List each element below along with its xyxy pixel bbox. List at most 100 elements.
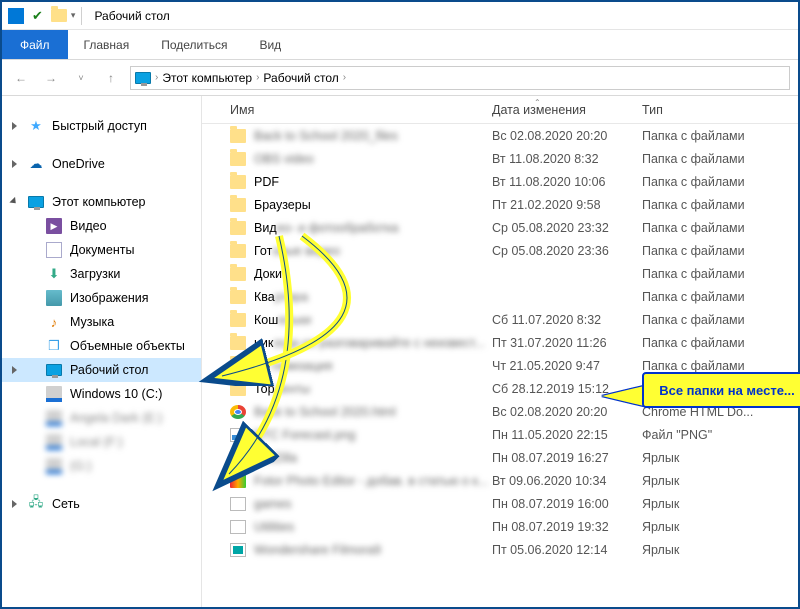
qat-dropdown-icon[interactable]: ▾ — [71, 10, 76, 21]
ribbon-tab-view[interactable]: Вид — [243, 30, 297, 59]
sidebar-item-blurred[interactable]: Local (F:) — [2, 430, 201, 454]
sidebar-onedrive[interactable]: ☁ OneDrive — [2, 152, 201, 176]
drive-icon — [46, 410, 62, 426]
sidebar-item-doc[interactable]: Документы — [2, 238, 201, 262]
folder-icon — [230, 175, 246, 189]
file-type: Файл "PNG" — [642, 428, 798, 442]
file-date: Пн 08.07.2019 19:32 — [492, 520, 642, 534]
file-type: Ярлык — [642, 474, 798, 488]
chevron-right-icon[interactable]: › — [155, 72, 158, 83]
file-date: Пт 05.06.2020 12:14 — [492, 543, 642, 557]
file-name: никогда не разговаривайте с неизвест... — [254, 336, 485, 350]
folder-icon — [230, 198, 246, 212]
file-date: Вс 02.08.2020 20:20 — [492, 129, 642, 143]
multi-icon — [230, 474, 246, 488]
nav-recent-dropdown[interactable]: ˅ — [70, 67, 92, 89]
sidebar-item-monitor[interactable]: Рабочий стол — [2, 358, 201, 382]
file-name: Utilities — [254, 520, 294, 534]
file-name: Доки — [254, 267, 282, 281]
column-header-date[interactable]: Дата изменения — [492, 103, 642, 117]
file-row[interactable]: БраузерыПт 21.02.2020 9:58Папка с файлам… — [202, 193, 798, 216]
file-row[interactable]: UtilitiesПн 08.07.2019 19:32Ярлык — [202, 515, 798, 538]
address-row: ← → ˅ ↑ › Этот компьютер › Рабочий стол … — [2, 60, 798, 96]
sidebar-item-img[interactable]: Изображения — [2, 286, 201, 310]
sidebar-item-disk[interactable]: Windows 10 (C:) — [2, 382, 201, 406]
folder-icon — [230, 152, 246, 166]
file-row[interactable]: Готовые видеоСр 05.08.2020 23:36Папка с … — [202, 239, 798, 262]
file-row[interactable]: OBS videoВт 11.08.2020 8:32Папка с файла… — [202, 147, 798, 170]
sidebar-item-video[interactable]: ▶Видео — [2, 214, 201, 238]
file-date: Чт 21.05.2020 9:47 — [492, 359, 642, 373]
file-row[interactable]: BTC Forecast.png Пн 11.05.2020 22:15Файл … — [202, 423, 798, 446]
file-name: Готовые видео — [254, 244, 340, 258]
sidebar-item-label: Документы — [70, 243, 134, 257]
file-date: Пт 21.02.2020 9:58 — [492, 198, 642, 212]
file-name: BTC Forecast.png — [254, 428, 355, 442]
sidebar-item-music[interactable]: ♪Музыка — [2, 310, 201, 334]
sidebar-item-label: (G:) — [70, 459, 92, 473]
file-date: Пн 11.05.2020 22:15 — [492, 428, 642, 442]
cube-icon: ❒ — [46, 338, 62, 354]
file-name: Торренты — [254, 382, 310, 396]
teal-icon — [230, 543, 246, 557]
nav-forward-button[interactable]: → — [40, 67, 62, 89]
callout-tail — [602, 386, 644, 406]
file-row[interactable]: КошелькиСб 11.07.2020 8:32Папка с файлам… — [202, 308, 798, 331]
nav-back-button[interactable]: ← — [10, 67, 32, 89]
this-pc-icon — [135, 72, 151, 84]
file-name: FileZilla — [254, 451, 297, 465]
file-row[interactable]: КвартираПапка с файлами — [202, 285, 798, 308]
sidebar-item-cube[interactable]: ❒ Объемные объекты — [2, 334, 201, 358]
file-row[interactable]: gamesПн 08.07.2019 16:00Ярлык — [202, 492, 798, 515]
sidebar-item-blurred[interactable]: Angela Dark (E:) — [2, 406, 201, 430]
chevron-right-icon[interactable]: › — [256, 72, 259, 83]
address-bar[interactable]: › Этот компьютер › Рабочий стол › — [130, 66, 790, 90]
file-row[interactable]: PDFВт 11.08.2020 10:06Папка с файлами — [202, 170, 798, 193]
breadcrumb-this-pc[interactable]: Этот компьютер — [162, 71, 252, 85]
sidebar-network[interactable]: 🖧 Сеть — [2, 492, 201, 516]
chevron-right-icon[interactable]: › — [343, 72, 346, 83]
file-type: Ярлык — [642, 451, 798, 465]
monitor-icon — [28, 196, 44, 208]
folder-icon — [230, 313, 246, 327]
file-row[interactable]: FzFileZillaПн 08.07.2019 16:27Ярлык — [202, 446, 798, 469]
file-date: Вт 09.06.2020 10:34 — [492, 474, 642, 488]
column-header-type[interactable]: Тип — [642, 103, 798, 117]
file-date: Сб 11.07.2020 8:32 — [492, 313, 642, 327]
nav-up-button[interactable]: ↑ — [100, 67, 122, 89]
ribbon-tab-home[interactable]: Главная — [68, 30, 146, 59]
ribbon-file-tab[interactable]: Файл — [2, 30, 68, 59]
file-row[interactable]: Wondershare Filmora9Пт 05.06.2020 12:14Я… — [202, 538, 798, 561]
title-bar: ✔ ▾ Рабочий стол — [2, 2, 798, 30]
file-name: Видео- и фотообработка — [254, 221, 398, 235]
sidebar-quick-access[interactable]: ★ Быстрый доступ — [2, 114, 201, 138]
folder-icon — [230, 129, 246, 143]
file-name: Wondershare Filmora9 — [254, 543, 381, 557]
qat-check-icon[interactable]: ✔ — [32, 8, 43, 24]
file-name: Кошельки — [254, 313, 311, 327]
column-header-name[interactable]: Имя — [202, 103, 492, 117]
file-row[interactable]: Back to School 2020_filesВс 02.08.2020 2… — [202, 124, 798, 147]
file-name: Квартира — [254, 290, 308, 304]
file-row[interactable]: никогда не разговаривайте с неизвест...П… — [202, 331, 798, 354]
breadcrumb-desktop[interactable]: Рабочий стол — [263, 71, 338, 85]
gen-icon — [230, 520, 246, 534]
sidebar-item-label: Windows 10 (C:) — [70, 387, 162, 401]
file-row[interactable]: Fotor Photo Editor - добав. в статью о к… — [202, 469, 798, 492]
sidebar-this-pc[interactable]: Этот компьютер — [2, 190, 201, 214]
sidebar-item-label: Angela Dark (E:) — [70, 411, 162, 425]
drive-icon — [46, 434, 62, 450]
folder-icon — [230, 290, 246, 304]
file-name: Браузеры — [254, 198, 311, 212]
ribbon-tab-share[interactable]: Поделиться — [145, 30, 243, 59]
file-row[interactable]: ДокиПапка с файлами — [202, 262, 798, 285]
file-date: Ср 05.08.2020 23:32 — [492, 221, 642, 235]
cloud-icon: ☁ — [28, 156, 44, 172]
gen-icon — [230, 497, 246, 511]
file-row[interactable]: Видео- и фотообработка Ср 05.08.2020 23:3… — [202, 216, 798, 239]
sidebar-item-label: Объемные объекты — [70, 339, 185, 353]
sidebar-item-blurred[interactable]: (G:) — [2, 454, 201, 478]
file-type: Папка с файлами — [642, 152, 798, 166]
sidebar-item-dl[interactable]: ⬇Загрузки — [2, 262, 201, 286]
doc-icon — [46, 242, 62, 258]
